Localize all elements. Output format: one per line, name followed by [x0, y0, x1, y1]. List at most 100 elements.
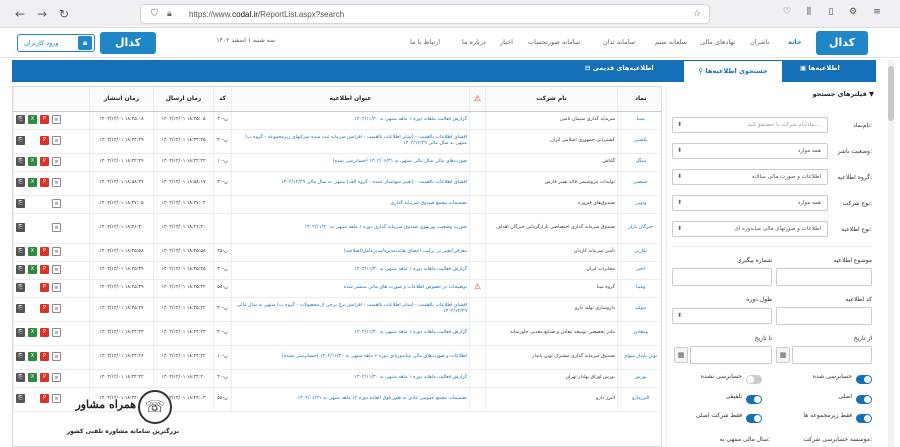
- pdf-icon[interactable]: P: [40, 178, 49, 188]
- attachment-icon[interactable]: ⎘: [16, 352, 25, 362]
- attachment-icon[interactable]: ⎘: [16, 247, 25, 257]
- document-icon[interactable]: ≡: [52, 178, 61, 188]
- attachment-icon[interactable]: ⎘: [16, 223, 25, 233]
- attachment-icon[interactable]: ⎘: [16, 178, 25, 188]
- document-icon[interactable]: ≡: [52, 373, 61, 383]
- sidebar-icon[interactable]: ▯: [824, 7, 838, 17]
- excel-icon[interactable]: X: [28, 328, 37, 338]
- attachment-icon[interactable]: ⎘: [16, 283, 25, 293]
- row-title-link[interactable]: گزارش فعالیت ماهانه دوره ۱ ماهه منتهی به…: [231, 369, 470, 388]
- excel-icon[interactable]: X: [28, 157, 37, 167]
- row-title-link[interactable]: گزارش فعالیت ماهانه دوره ۱ ماهه منتهی به…: [231, 321, 470, 346]
- document-icon[interactable]: ≡: [52, 223, 61, 233]
- codal-logo[interactable]: کدال: [816, 31, 868, 55]
- menu-news[interactable]: اخبار: [500, 38, 513, 46]
- pdf-icon[interactable]: P: [40, 373, 49, 383]
- excel-icon[interactable]: X: [28, 178, 37, 188]
- extensions-icon[interactable]: ⚙: [846, 7, 860, 17]
- document-icon[interactable]: ≡: [52, 328, 61, 338]
- row-symbol-link[interactable]: ومینا: [617, 279, 661, 298]
- notice-type-select[interactable]: ⬍ اطلاعات و صورتهای مالی میاندوره ای: [672, 221, 828, 237]
- toggle-audited[interactable]: [856, 375, 872, 384]
- row-symbol-link[interactable]: شبصیر: [617, 171, 661, 196]
- tab-search-notices[interactable]: ⚲ جستجوی اطلاعیه‌ها: [684, 61, 782, 82]
- address-bar[interactable]: ⛉ 🔒︎ https://www.codal.ir/ReportList.asp…: [140, 4, 710, 24]
- row-symbol-link[interactable]: تکشتی: [617, 129, 661, 154]
- row-title-link[interactable]: اطلاعات و صورت‌های مالی میاندوره‌ای دوره…: [231, 345, 470, 370]
- attachment-icon[interactable]: ⎘: [16, 373, 25, 383]
- row-symbol-link[interactable]: سیتا: [617, 111, 661, 130]
- menu-financial-institutions[interactable]: نهادهای مالی: [700, 38, 735, 46]
- pdf-icon[interactable]: P: [40, 115, 49, 125]
- toggle-subsidiaries[interactable]: [856, 414, 872, 423]
- table-row[interactable]: ⎘ ≡ ۱۴۰۲/۱۲/۰۱ ۱۸:۲۶:۳۰ ۱۴۰۲/۱۲/۰۱ ۱۸:۲۶:۳۰…: [13, 213, 661, 244]
- menu-contact[interactable]: ارتباط با ما: [410, 38, 440, 46]
- code-input[interactable]: [776, 307, 872, 325]
- excel-icon[interactable]: X: [28, 265, 37, 275]
- document-icon[interactable]: ≡: [52, 265, 61, 275]
- row-symbol-link[interactable]: خبرگان بازار: [617, 213, 661, 244]
- reload-icon[interactable]: ↻: [56, 6, 72, 22]
- row-title-link[interactable]: گزارش فعالیت ماهانه دوره ۱ ماهه منتهی به…: [231, 261, 470, 280]
- row-title-link[interactable]: صورت‌های مالی سال مالی منتهی به ۱۴۰۲/۰۶/…: [231, 153, 470, 172]
- pdf-icon[interactable]: P: [40, 283, 49, 293]
- table-row[interactable]: ⎘ ≡ ۱۴۰۲/۱۲/۰۱ ۱۸:۳۷:۰۵ ۱۴۰۲/۱۲/۰۱ ۱۸:۳۷:۰۴…: [13, 195, 661, 214]
- row-title-link[interactable]: گزارش فعالیت ماهانه دوره ۱ ماهه منتهی به…: [231, 111, 470, 130]
- row-symbol-link[interactable]: بورس: [617, 369, 661, 388]
- menu-invoice-system[interactable]: سامانه صورتحساب: [528, 38, 580, 46]
- menu-sedan[interactable]: سامانه ثدان: [603, 38, 635, 46]
- row-title-link[interactable]: افشای اطلاعات بااهمیت - (سایر اطلاعات با…: [231, 129, 470, 154]
- document-icon[interactable]: ≡: [52, 157, 61, 167]
- row-symbol-link[interactable]: اختر: [617, 261, 661, 280]
- document-icon[interactable]: ≡: [52, 352, 61, 362]
- library-icon[interactable]: ⫼: [802, 7, 816, 17]
- pocket-icon[interactable]: ♡: [780, 7, 794, 17]
- row-title-link[interactable]: توضیحات در خصوص اطلاعات و صورت های مالی …: [231, 279, 470, 298]
- tracking-input[interactable]: [672, 268, 772, 286]
- attachment-icon[interactable]: ⎘: [16, 157, 25, 167]
- pdf-icon[interactable]: P: [40, 352, 49, 362]
- toggle-consolidated[interactable]: [746, 395, 762, 404]
- bookmark-star-icon[interactable]: ☆: [693, 9, 701, 19]
- table-row[interactable]: ⎘ P ≡ ۱۴۰۲/۱۲/۰۱ ۱۸:۲۵:۲۷ ۱۴۰۲/۱۲/۰۱ ۱۸:۲۵:۲…: [13, 297, 661, 322]
- toggle-main[interactable]: [856, 395, 872, 404]
- table-row[interactable]: ⎘ X P ≡ ۱۴۰۲/۱۲/۰۱ ۱۸:۲۴:۲۶ ۱۴۰۲/۱۲/۰۱ ۱۸:۲۴:…: [13, 345, 661, 370]
- from-date-input[interactable]: [792, 346, 872, 364]
- table-row[interactable]: ⎘ X P ≡ ۱۴۰۲/۱۲/۰۱ ۱۸:۵۸:۲۷ ۱۴۰۲/۱۲/۰۱ ۱۸:۵۸:…: [13, 171, 661, 196]
- company-type-select[interactable]: ⬍ همه موارد: [672, 195, 828, 211]
- toggle-unaudited[interactable]: [746, 375, 762, 384]
- table-row[interactable]: ⎘ X P ≡ ۱۴۰۲/۱۲/۰۱ ۱۸:۲۴:۴۳ ۱۴۰۲/۱۲/۰۱ ۱۸:۲۴:…: [13, 321, 661, 346]
- tab-old-notices[interactable]: ⊟ اطلاعیه‌های قدیمی: [585, 64, 654, 72]
- group-select[interactable]: ⬍ اطلاعات و صورت مالی سالانه: [672, 169, 828, 185]
- menu-about[interactable]: درباره ما: [462, 38, 486, 46]
- row-symbol-link[interactable]: ومعادن: [617, 321, 661, 346]
- pdf-icon[interactable]: P: [40, 136, 49, 146]
- document-icon[interactable]: ≡: [52, 283, 61, 293]
- document-icon[interactable]: ≡: [52, 304, 61, 314]
- document-icon[interactable]: ≡: [52, 199, 61, 209]
- pdf-icon[interactable]: P: [40, 247, 49, 257]
- pdf-icon[interactable]: P: [40, 328, 49, 338]
- row-title-link[interactable]: صورت وضعیت پورتفوی صندوق سرمایه گذاری دو…: [231, 213, 470, 244]
- table-row[interactable]: ⎘ X P ≡ ۱۴۰۲/۱۲/۰۱ ۱۸:۴۵:۰۸ ۱۴۰۲/۱۲/۰۱ ۱۸:۴۵:…: [13, 111, 661, 130]
- scrollbar-thumb[interactable]: [888, 66, 894, 121]
- table-row[interactable]: ⎘ X P ≡ ۱۴۰۲/۱۲/۰۱ ۱۸:۲۲:۴۹ ۱۴۰۲/۱۲/۰۱ ۱۸:۲۲:…: [13, 153, 661, 172]
- symbol-input[interactable]: ⬍ نماد/نام شرکت یا جستجو کنید...: [672, 117, 828, 133]
- row-title-link[interactable]: تصمیمات مجمع صندوق سرمایه گذاری: [231, 195, 470, 214]
- attachment-icon[interactable]: ⎘: [16, 199, 25, 209]
- subject-input[interactable]: [776, 268, 872, 286]
- toggle-parent-only[interactable]: [746, 414, 762, 423]
- to-date-input[interactable]: [690, 346, 772, 364]
- login-button[interactable]: ورود کاربران 🔒︎: [17, 34, 95, 52]
- excel-icon[interactable]: X: [28, 373, 37, 383]
- document-icon[interactable]: ≡: [52, 247, 61, 257]
- pdf-icon[interactable]: P: [40, 157, 49, 167]
- period-select[interactable]: ⬍: [672, 308, 772, 324]
- attachment-icon[interactable]: ⎘: [16, 304, 25, 314]
- calendar-icon[interactable]: ▦: [674, 347, 688, 363]
- attachment-icon[interactable]: ⎘: [16, 328, 25, 338]
- forward-icon[interactable]: →: [34, 6, 50, 22]
- excel-icon[interactable]: X: [28, 115, 37, 125]
- calendar-icon[interactable]: ▦: [776, 347, 790, 363]
- excel-icon[interactable]: X: [28, 247, 37, 257]
